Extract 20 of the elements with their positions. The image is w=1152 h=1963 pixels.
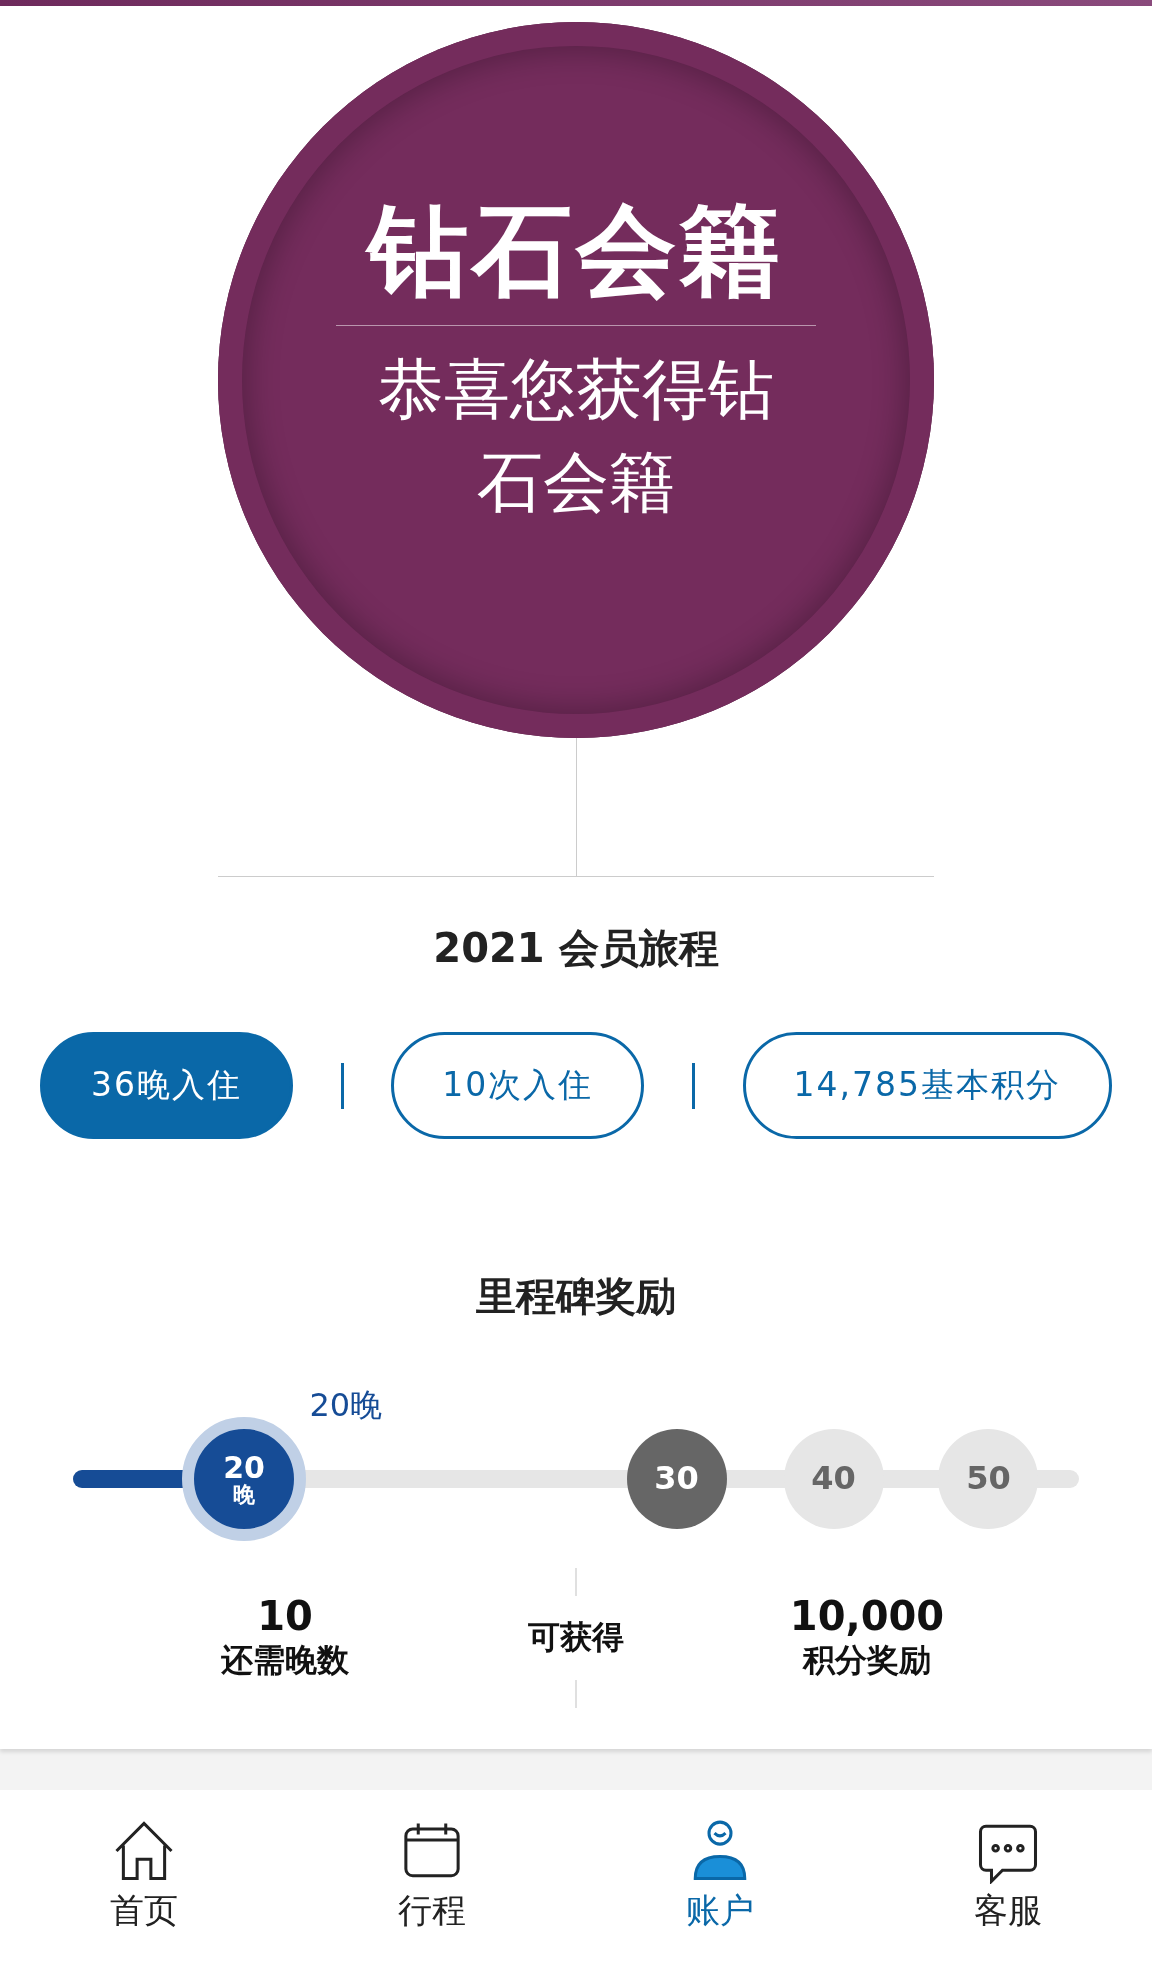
remaining-value: 10 [257,1593,313,1639]
milestone-marker: 20 晚 [182,1417,306,1541]
reward-value: 10,000 [789,1593,945,1639]
stat-tab[interactable]: 14,785基本积分 [742,1032,1112,1139]
nav-tab[interactable]: 客服 [864,1818,1152,1963]
journey-title: 2021 会员旅程 [433,924,719,973]
nav-tab[interactable]: 行程 [288,1818,576,1963]
reward-label: 积分奖励 [803,1640,931,1681]
milestone-marker: 50 [938,1429,1039,1529]
stat-tab[interactable]: 10次入住 [391,1032,645,1139]
nav-tab[interactable]: 首页 [0,1818,288,1963]
available-label: 可获得 [528,1617,624,1658]
congratulation-message: 恭喜您获得钻石会籍 [377,350,775,523]
remaining-label: 还需晚数 [221,1640,349,1681]
nav-tab[interactable]: 账户 [576,1818,864,1963]
current-label: 20晚 [309,1385,383,1426]
milestone-marker: 40 [783,1429,884,1529]
milestone-title: 里程碑奖励 [476,1272,676,1321]
stat-tab[interactable]: 36晚入住 [40,1032,293,1139]
milestone-marker: 30 [626,1429,727,1529]
